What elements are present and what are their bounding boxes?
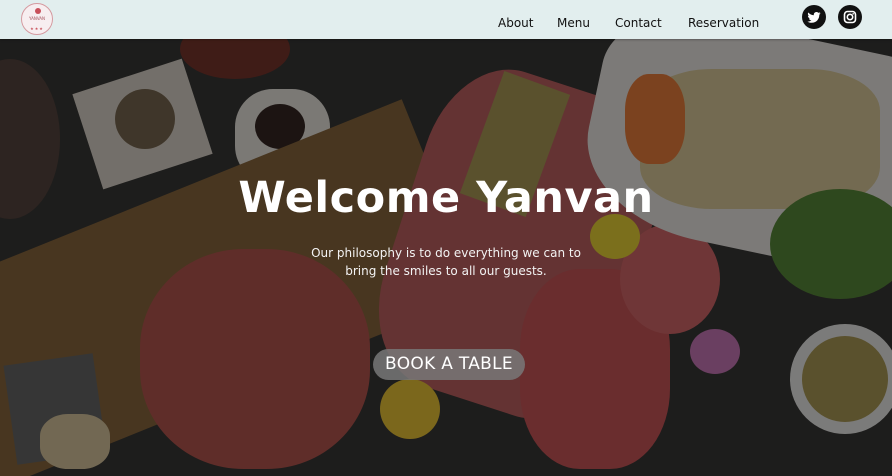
top-navbar: YANVAN ★★★ About Menu Contact Reservatio… bbox=[0, 0, 892, 39]
hero-subtitle-line-2: bring the smiles to all our guests. bbox=[345, 264, 547, 278]
hero-section: Welcome Yanvan Our philosophy is to do e… bbox=[0, 39, 892, 476]
nav-link-about[interactable]: About bbox=[498, 16, 533, 30]
logo-text: YANVAN bbox=[28, 16, 46, 21]
hero-subtitle: Our philosophy is to do everything we ca… bbox=[0, 244, 892, 280]
instagram-icon[interactable] bbox=[838, 5, 862, 29]
hero-title: Welcome Yanvan bbox=[238, 173, 654, 223]
nav-link-contact[interactable]: Contact bbox=[615, 16, 662, 30]
nav-link-menu[interactable]: Menu bbox=[557, 16, 590, 30]
brand-logo[interactable]: YANVAN ★★★ bbox=[21, 3, 53, 35]
twitter-icon[interactable] bbox=[802, 5, 826, 29]
hero-subtitle-line-1: Our philosophy is to do everything we ca… bbox=[311, 246, 581, 260]
book-table-button[interactable]: BOOK A TABLE bbox=[373, 349, 525, 380]
logo-mark bbox=[35, 8, 41, 14]
logo-stars: ★★★ bbox=[30, 26, 44, 31]
nav-link-reservation[interactable]: Reservation bbox=[688, 16, 759, 30]
